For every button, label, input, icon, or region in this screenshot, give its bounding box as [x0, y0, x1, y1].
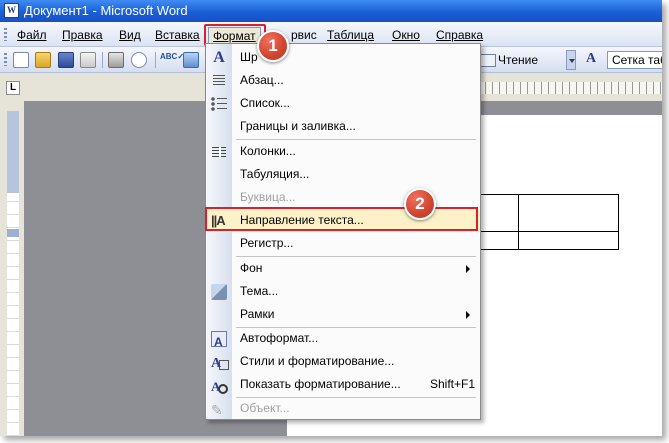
toolbar-separator: [102, 52, 103, 68]
table-cell[interactable]: [518, 231, 619, 250]
columns-icon: [212, 147, 226, 157]
menu-item-label: Буквица...: [240, 190, 296, 204]
submenu-arrow-icon: [466, 265, 470, 273]
menu-window[interactable]: Окно: [388, 26, 424, 44]
menu-item-label: Список...: [240, 96, 290, 110]
word-icon: W: [4, 3, 19, 18]
text-direction-highlight: [205, 207, 478, 231]
menu-item-label: Регистр...: [240, 236, 294, 250]
new-document-icon[interactable]: [13, 52, 29, 68]
font-icon: A: [213, 49, 225, 66]
menu-item-object: Объект...: [206, 397, 480, 422]
menu-item-label: Показать форматирование...: [240, 377, 401, 391]
format-dropdown-menu: A Шр Абзац... Список... Границы и заливк…: [205, 43, 481, 422]
menu-item-font[interactable]: A Шр: [206, 46, 480, 69]
menu-insert[interactable]: Вставка: [151, 26, 204, 44]
theme-icon: [211, 284, 227, 300]
menu-item-reveal-formatting[interactable]: Показать форматирование... Shift+F1: [206, 373, 480, 398]
menu-item-frames[interactable]: Рамки: [206, 303, 480, 326]
style-select[interactable]: Сетка таб: [607, 51, 662, 69]
menu-item-columns[interactable]: Колонки...: [206, 140, 480, 163]
menu-item-autoformat[interactable]: Автоформат...: [206, 327, 480, 354]
menu-item-drop-cap: Буквица...: [206, 186, 480, 209]
step-badge-2: 2: [404, 188, 436, 220]
menu-item-list[interactable]: Список...: [206, 92, 480, 115]
window-title: Документ1 - Microsoft Word: [24, 3, 188, 18]
menu-item-label: Шр: [240, 50, 258, 64]
menu-edit[interactable]: Правка: [58, 26, 107, 44]
menu-item-theme[interactable]: Тема...: [206, 280, 480, 303]
step-badge-1: 1: [257, 30, 289, 62]
menu-item-label: Объект...: [240, 401, 290, 415]
menu-item-label: Границы и заливка...: [240, 119, 356, 133]
menu-file[interactable]: Файл: [13, 26, 51, 44]
object-icon: [211, 399, 227, 422]
step-badge-label: 1: [268, 36, 278, 55]
paragraph-icon: [213, 75, 225, 87]
menu-item-change-case[interactable]: Регистр...: [206, 232, 480, 255]
menu-item-tabs[interactable]: Табуляция...: [206, 163, 480, 186]
submenu-arrow-icon: [466, 311, 470, 319]
menu-tools[interactable]: рвис: [287, 26, 321, 44]
menu-item-label: Фон: [240, 261, 263, 275]
menu-item-label: Абзац...: [240, 73, 284, 87]
research-icon[interactable]: [183, 52, 199, 68]
bullets-icon: [211, 96, 227, 112]
print-icon[interactable]: [108, 52, 124, 68]
reveal-formatting-icon: [211, 375, 228, 398]
spelling-icon[interactable]: ABC✓: [160, 52, 184, 68]
toolbar-options-arrow[interactable]: [566, 50, 576, 70]
vertical-ruler-margin: [7, 111, 19, 193]
menubar-grip[interactable]: [4, 28, 7, 41]
menu-table[interactable]: Таблица: [323, 26, 378, 44]
menu-item-borders-shading[interactable]: Границы и заливка...: [206, 115, 480, 138]
menu-item-styles-formatting[interactable]: Стили и форматирование...: [206, 350, 480, 375]
step-badge-label: 2: [415, 194, 425, 213]
menu-item-background[interactable]: Фон: [206, 257, 480, 280]
menu-item-paragraph[interactable]: Абзац...: [206, 69, 480, 92]
print-preview-icon[interactable]: [131, 52, 147, 68]
table-cell[interactable]: [518, 194, 619, 232]
menu-help[interactable]: Справка: [432, 26, 487, 44]
menu-item-label: Стили и форматирование...: [240, 354, 395, 368]
menu-item-label: Рамки: [240, 307, 275, 321]
style-select-value: Сетка таб: [612, 53, 662, 67]
tab-selector[interactable]: [6, 81, 20, 95]
reading-layout-button[interactable]: Чтение: [478, 51, 538, 69]
menu-item-label: Тема...: [240, 284, 279, 298]
toolbar-separator: [155, 52, 156, 68]
toolbar-grip[interactable]: [4, 53, 7, 66]
styles-icon: [211, 352, 229, 375]
vertical-ruler[interactable]: [0, 101, 24, 436]
vertical-ruler-marker[interactable]: [7, 229, 19, 237]
menu-item-label: Автоформат...: [240, 331, 319, 345]
styles-pane-icon[interactable]: A: [586, 51, 604, 69]
menu-view[interactable]: Вид: [115, 26, 145, 44]
horizontal-ruler[interactable]: [479, 82, 662, 94]
vertical-ruler-strip: [7, 111, 19, 436]
autoformat-icon: [211, 331, 227, 354]
menu-item-label: Табуляция...: [240, 167, 310, 181]
reading-layout-label: Чтение: [498, 53, 539, 67]
save-icon[interactable]: [58, 52, 74, 68]
title-bar: W Документ1 - Microsoft Word: [0, 0, 662, 22]
open-folder-icon[interactable]: [35, 52, 51, 68]
menu-item-shortcut: Shift+F1: [430, 377, 476, 391]
permission-icon[interactable]: [80, 52, 96, 68]
menu-item-label: Колонки...: [240, 144, 296, 158]
